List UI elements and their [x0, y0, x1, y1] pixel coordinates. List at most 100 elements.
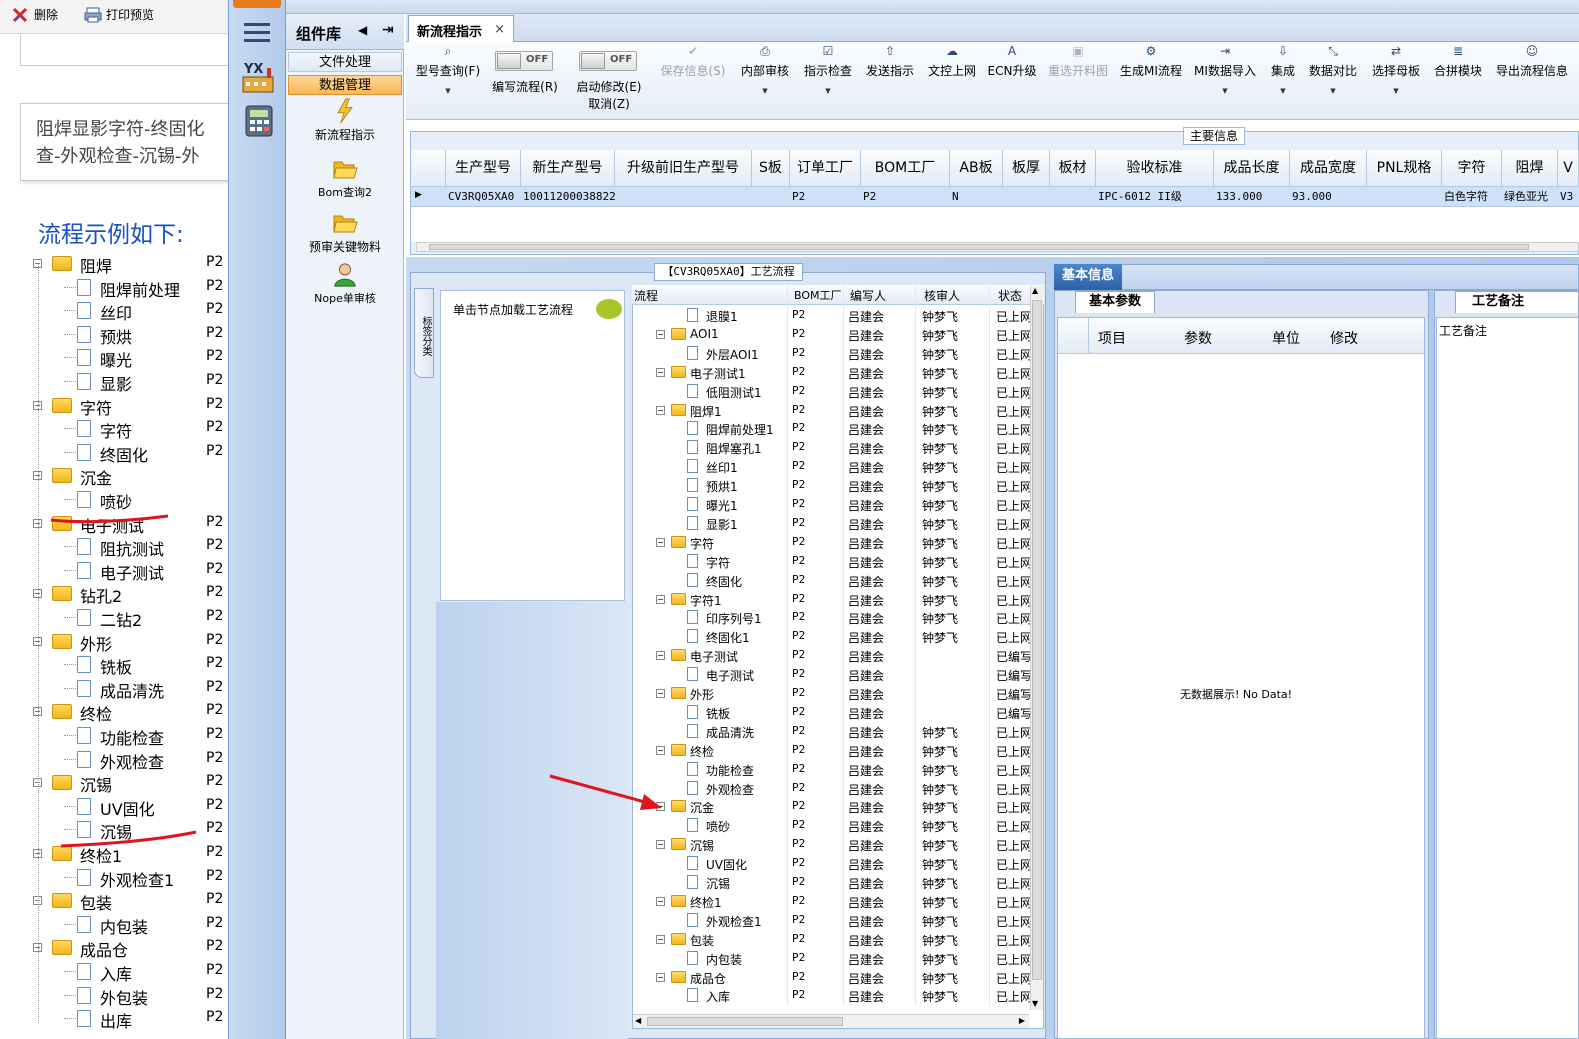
process-tree-row[interactable]: 退膜1 P2 吕建会 钟梦飞 已上网: [632, 306, 1032, 325]
process-tree-row[interactable]: 显影1 P2 吕建会 钟梦飞 已上网: [632, 514, 1032, 533]
process-tree-row[interactable]: − 终检 P2 吕建会 钟梦飞 已上网: [632, 741, 1032, 760]
grid-column-header[interactable]: S板: [752, 150, 790, 186]
grid-column-header[interactable]: 升级前旧生产型号: [615, 150, 752, 186]
grid-cell[interactable]: 10011200038822: [521, 186, 615, 208]
grid-cell[interactable]: [1367, 186, 1442, 208]
grid-column-header[interactable]: 新生产型号: [521, 150, 615, 186]
grid-column-header[interactable]: V: [1558, 150, 1579, 186]
process-tree-row[interactable]: − 包装 P2 吕建会 钟梦飞 已上网: [632, 930, 1032, 949]
dropdown-caret-icon[interactable]: ▼: [1351, 87, 1441, 95]
ribbon-button-label[interactable]: 取消(Z): [549, 95, 669, 112]
grid-column-header[interactable]: 板材: [1050, 150, 1096, 186]
collapse-left-icon[interactable]: ◀: [358, 23, 367, 37]
process-tree-row[interactable]: 印序列号1 P2 吕建会 钟梦飞 已上网: [632, 608, 1032, 627]
process-tree-row[interactable]: − 沉锡 P2 吕建会 钟梦飞 已上网: [632, 835, 1032, 854]
system-tab[interactable]: [233, 0, 281, 8]
lib-item-bom-query[interactable]: Bom查询2: [288, 156, 402, 200]
collapse-toggle-icon[interactable]: −: [656, 972, 665, 982]
lib-item-new-flow[interactable]: 新流程指示: [288, 98, 402, 143]
group-file-processing[interactable]: 文件处理: [288, 52, 402, 72]
dropdown-caret-icon[interactable]: ▼: [783, 87, 873, 95]
collapse-toggle-icon[interactable]: −: [656, 329, 665, 339]
collapse-toggle-icon[interactable]: −: [656, 934, 665, 944]
lib-item-prereview-materials[interactable]: 预审关键物料: [288, 210, 402, 255]
grid-column-header[interactable]: 验收标准: [1096, 150, 1214, 186]
grid-cell[interactable]: P2: [790, 186, 861, 208]
grid-cell[interactable]: [1050, 186, 1096, 208]
process-tree-row[interactable]: 阻焊前处理1 P2 吕建会 钟梦飞 已上网: [632, 419, 1032, 438]
collapse-toggle-icon[interactable]: −: [656, 367, 665, 377]
process-tree-row[interactable]: 成品清洗 P2 吕建会 钟梦飞 已上网: [632, 722, 1032, 741]
collapse-toggle-icon[interactable]: −: [656, 896, 665, 906]
hamburger-menu-icon[interactable]: [240, 18, 274, 48]
pin-panel-icon[interactable]: ⇥: [382, 22, 394, 38]
grid-column-header[interactable]: 成品宽度: [1290, 150, 1367, 186]
grid-column-header[interactable]: 生产型号: [446, 150, 521, 186]
collapse-toggle-icon[interactable]: −: [656, 651, 665, 661]
grid-cell[interactable]: IPC-6012 II级: [1096, 186, 1214, 208]
tab-basic-info[interactable]: 基本信息: [1054, 264, 1122, 290]
process-tree-row[interactable]: UV固化 P2 吕建会 钟梦飞 已上网: [632, 854, 1032, 873]
factory-app-icon[interactable]: YX: [240, 60, 276, 94]
grid-cell[interactable]: 白色字符: [1442, 186, 1502, 208]
grid-cell[interactable]: 绿色亚光: [1502, 186, 1558, 208]
process-tree-row[interactable]: 终固化 P2 吕建会 钟梦飞 已上网: [632, 571, 1032, 590]
process-tree-row[interactable]: 喷砂 P2 吕建会 钟梦飞 已上网: [632, 816, 1032, 835]
process-tree-row[interactable]: − AOI1 P2 吕建会 钟梦飞 已上网: [632, 325, 1032, 344]
process-tree-row[interactable]: 终固化1 P2 吕建会 钟梦飞 已上网: [632, 627, 1032, 646]
process-tree-row[interactable]: 沉锡 P2 吕建会 钟梦飞 已上网: [632, 873, 1032, 892]
collapse-toggle-icon[interactable]: −: [656, 537, 665, 547]
off-toggle[interactable]: OFF: [579, 51, 637, 71]
process-tree-row[interactable]: 电子测试 P2 吕建会 已编写: [632, 665, 1032, 684]
vertical-scrollbar[interactable]: ▲ ▼: [1030, 286, 1043, 1010]
grid-column-header[interactable]: 订单工厂: [790, 150, 861, 186]
grid-column-header[interactable]: PNL规格: [1367, 150, 1442, 186]
ribbon-button-label[interactable]: 启动修改(E): [549, 78, 669, 95]
process-tree-row[interactable]: 字符 P2 吕建会 钟梦飞 已上网: [632, 552, 1032, 571]
process-tree-row[interactable]: 低阻测试1 P2 吕建会 钟梦飞 已上网: [632, 382, 1032, 401]
scroll-thumb[interactable]: [647, 1017, 843, 1026]
calculator-icon[interactable]: [243, 104, 275, 138]
collapse-toggle-icon[interactable]: −: [656, 745, 665, 755]
grid-cell[interactable]: [1003, 186, 1050, 208]
tab-process-notes[interactable]: 工艺备注: [1455, 291, 1579, 313]
tab-basic-params[interactable]: 基本参数: [1075, 291, 1155, 313]
collapse-toggle-icon[interactable]: −: [656, 594, 665, 604]
scroll-down-icon[interactable]: ▼: [1032, 999, 1038, 1008]
grid-cell[interactable]: 93.000: [1290, 186, 1367, 208]
process-tree-row[interactable]: 入库 P2 吕建会 钟梦飞 已上网: [632, 986, 1032, 1005]
process-tree-row[interactable]: 丝印1 P2 吕建会 钟梦飞 已上网: [632, 457, 1032, 476]
grid-column-header[interactable]: 阻焊: [1502, 150, 1558, 186]
grid-cell[interactable]: [615, 186, 752, 208]
process-tree-row[interactable]: − 终检1 P2 吕建会 钟梦飞 已上网: [632, 892, 1032, 911]
process-tree-row[interactable]: 铣板 P2 吕建会 已编写: [632, 703, 1032, 722]
scroll-right-icon[interactable]: ▶: [1019, 1016, 1025, 1025]
grid-cell[interactable]: V3: [1558, 186, 1579, 208]
process-tree-row[interactable]: 外观检查1 P2 吕建会 钟梦飞 已上网: [632, 911, 1032, 930]
process-tree-row[interactable]: − 外形 P2 吕建会 已编写: [632, 684, 1032, 703]
process-tree-row[interactable]: − 电子测试 P2 吕建会 已编写: [632, 646, 1032, 665]
process-tree-row[interactable]: 曝光1 P2 吕建会 钟梦飞 已上网: [632, 495, 1032, 514]
category-side-tab[interactable]: 标签分类: [414, 288, 434, 378]
grid-column-header[interactable]: BOM工厂: [861, 150, 950, 186]
lib-item-nope-review[interactable]: Nope单审核: [288, 262, 402, 306]
off-toggle[interactable]: OFF: [495, 51, 553, 71]
ribbon-button[interactable]: ☺ 导出流程信息: [1487, 44, 1577, 79]
process-tree-row[interactable]: − 字符1 P2 吕建会 钟梦飞 已上网: [632, 590, 1032, 609]
collapse-toggle-icon[interactable]: −: [656, 689, 665, 698]
process-tree-row[interactable]: 阻焊塞孔1 P2 吕建会 钟梦飞 已上网: [632, 438, 1032, 457]
scroll-up-icon[interactable]: ▲: [1032, 286, 1038, 295]
process-tree-row[interactable]: − 沉金 P2 吕建会 钟梦飞 已上网: [632, 797, 1032, 816]
row-selector-icon[interactable]: ▶: [415, 190, 422, 200]
close-tab-icon[interactable]: ×: [494, 22, 505, 37]
process-tree-row[interactable]: 外观检查 P2 吕建会 钟梦飞 已上网: [632, 779, 1032, 798]
process-tree-row[interactable]: − 电子测试1 P2 吕建会 钟梦飞 已上网: [632, 363, 1032, 382]
delete-button[interactable]: 删除: [12, 6, 58, 23]
process-tree-row[interactable]: 内包装 P2 吕建会 钟梦飞 已上网: [632, 949, 1032, 968]
grid-cell[interactable]: P2: [861, 186, 950, 208]
process-tree-row[interactable]: − 字符 P2 吕建会 钟梦飞 已上网: [632, 533, 1032, 552]
grid-cell[interactable]: [752, 186, 790, 208]
grid-cell[interactable]: CV3RQ05XA0: [446, 186, 521, 208]
grid-column-header[interactable]: 字符: [1442, 150, 1502, 186]
tab-new-flow[interactable]: 新流程指示 ×: [408, 15, 514, 43]
